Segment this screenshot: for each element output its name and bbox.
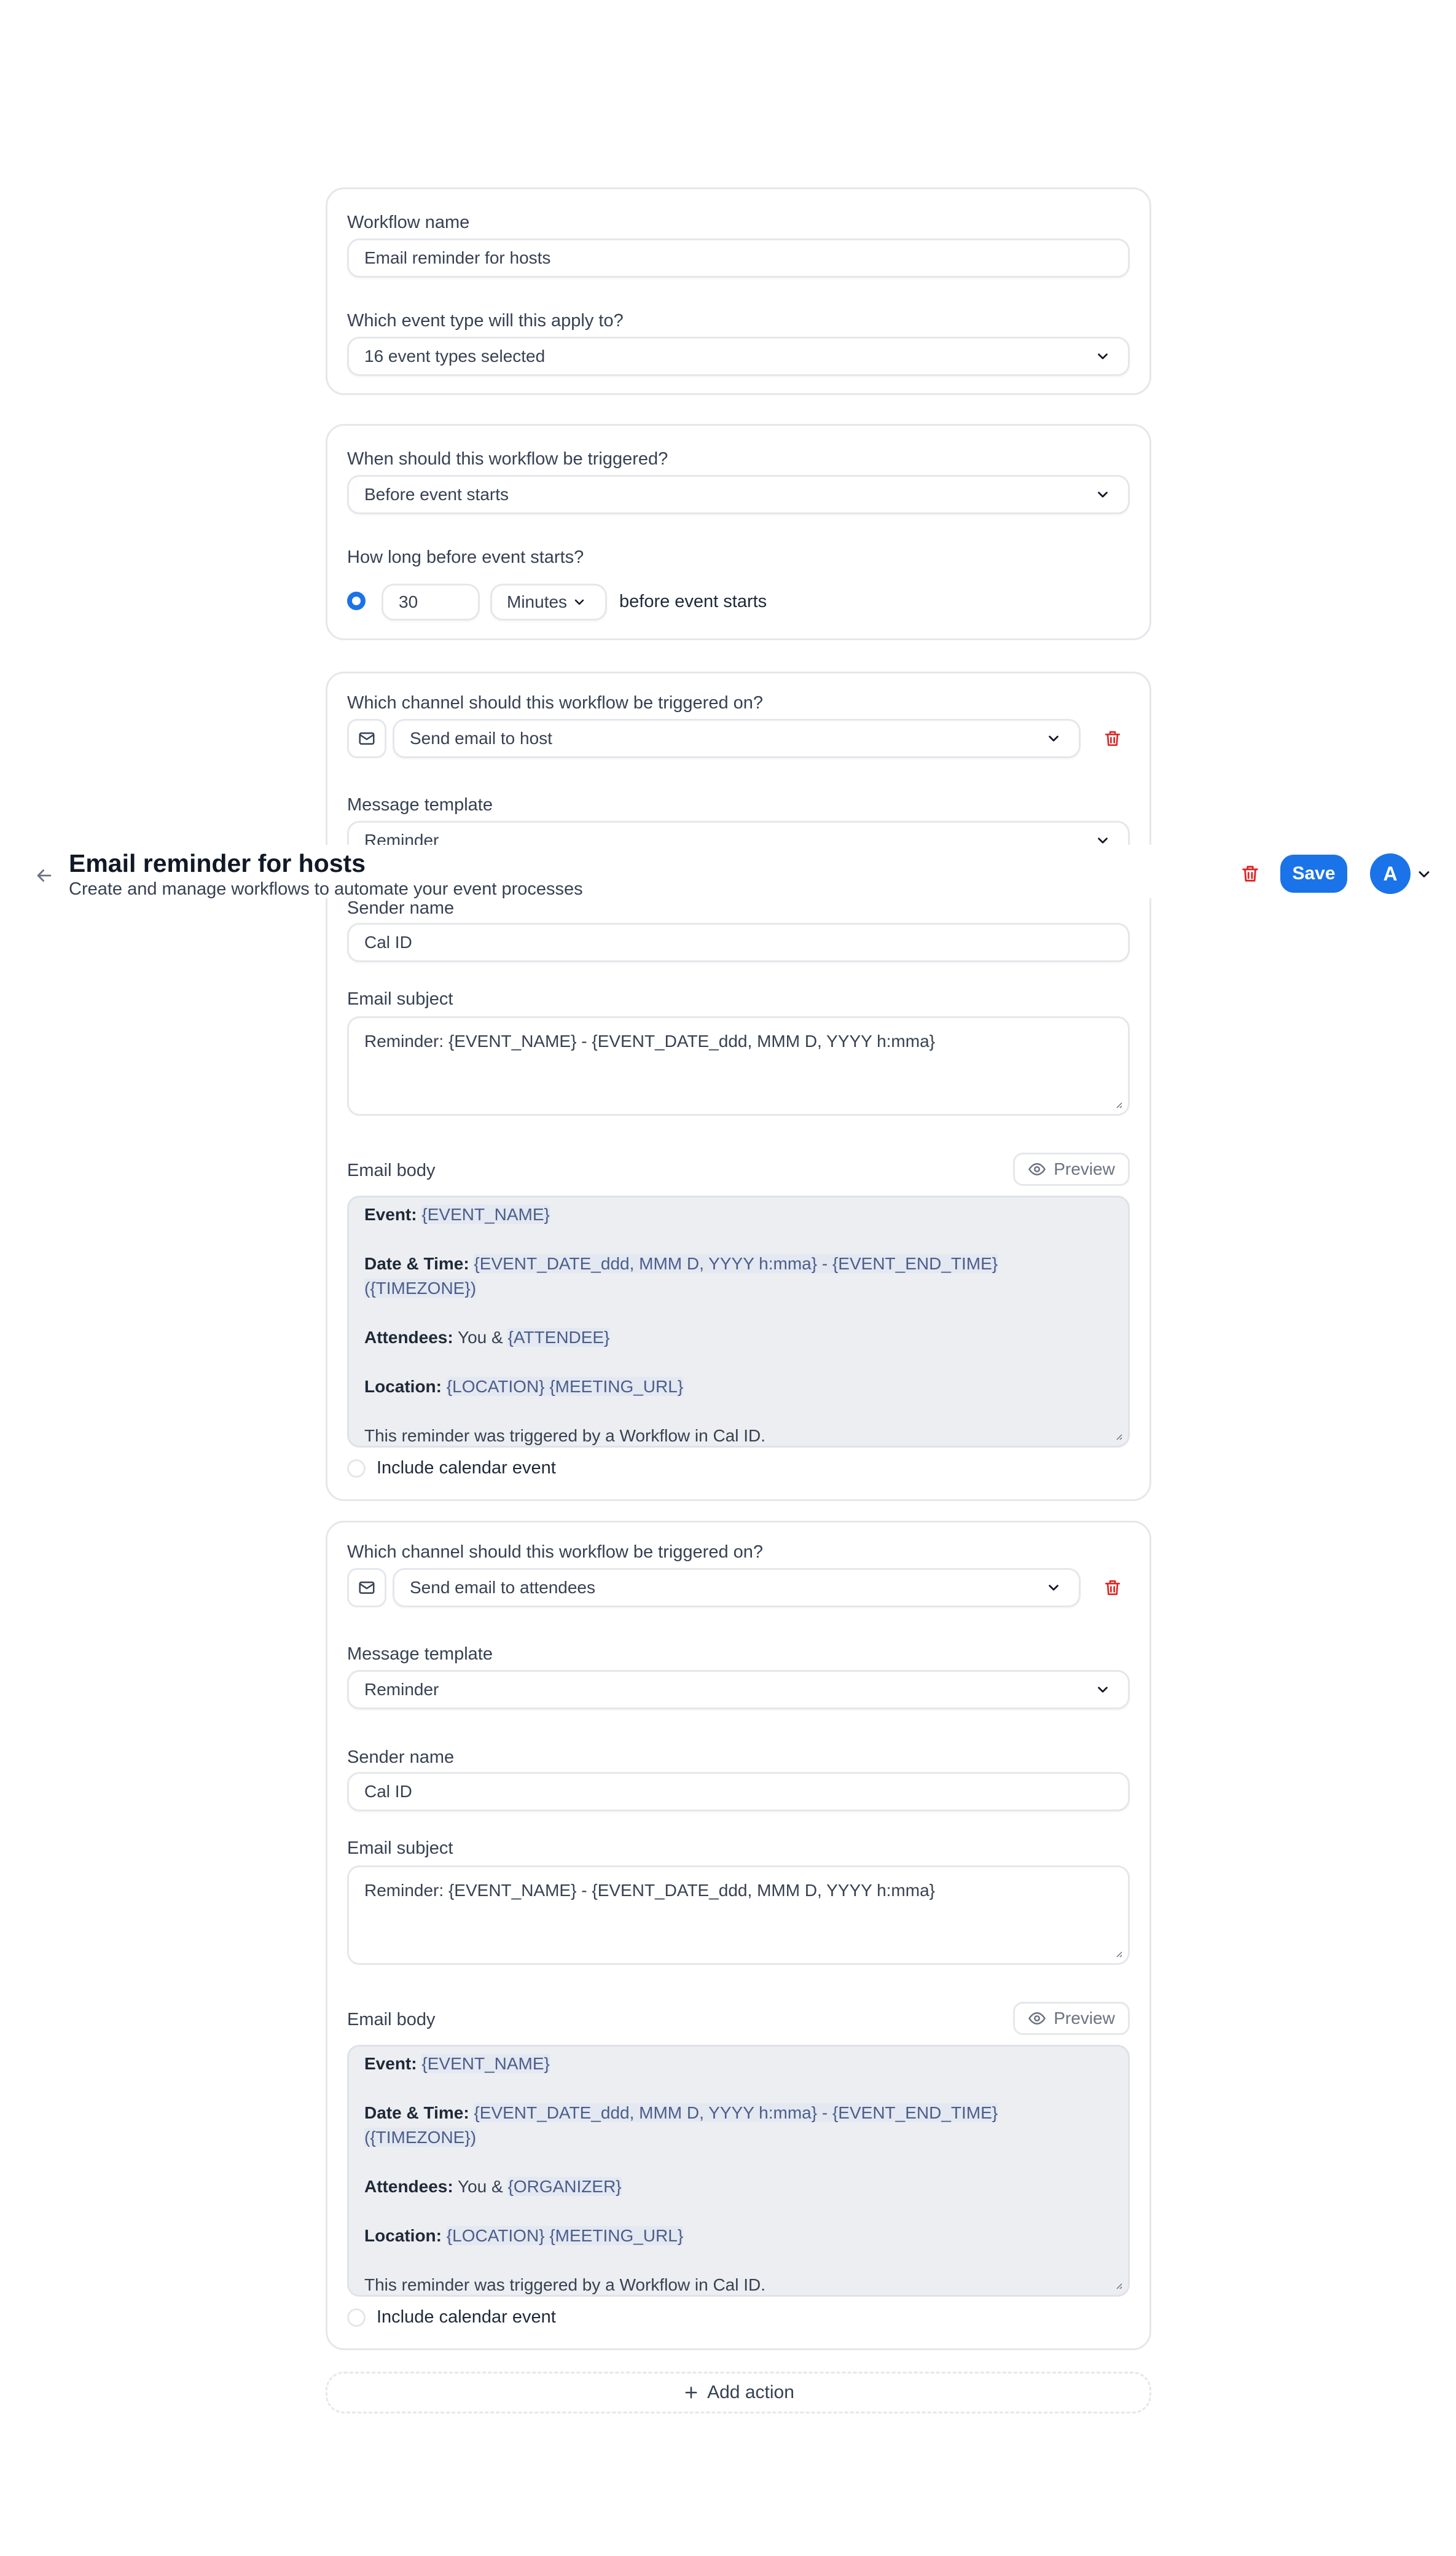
mail-icon-button[interactable]: [347, 1568, 386, 1607]
preview-label: Preview: [1054, 2009, 1115, 2028]
body-footer: This reminder was triggered by a Workflo…: [364, 1426, 766, 1445]
email-body-editor[interactable]: Event: {EVENT_NAME} Date & Time: {EVENT_…: [347, 1196, 1130, 1448]
chevron-down-icon[interactable]: [1415, 866, 1433, 883]
body-event-label: Event:: [364, 2054, 417, 2073]
add-action-button[interactable]: Add action: [326, 2372, 1151, 2413]
time-suffix: before event starts: [619, 592, 767, 611]
email-subject-value: Reminder: {EVENT_NAME} - {EVENT_DATE_ddd…: [364, 1032, 935, 1051]
body-event-var: {EVENT_NAME}: [421, 1205, 550, 1224]
eye-icon: [1028, 2012, 1046, 2025]
trigger-when-value: Before event starts: [364, 485, 509, 504]
include-calendar-label: Include calendar event: [377, 2307, 556, 2327]
trash-icon[interactable]: [1103, 729, 1122, 748]
preview-button[interactable]: Preview: [1013, 2002, 1130, 2035]
body-attendees-var: {ATTENDEE}: [507, 1328, 610, 1347]
avatar[interactable]: A: [1370, 853, 1411, 894]
mail-icon: [359, 732, 375, 745]
time-amount-input[interactable]: 30: [382, 584, 480, 621]
mail-icon: [359, 1582, 375, 1594]
trash-icon[interactable]: [1103, 1578, 1122, 1598]
resize-grip-icon[interactable]: [1113, 1431, 1123, 1441]
general-card: Workflow name Email reminder for hosts W…: [326, 187, 1151, 395]
workflow-name-input[interactable]: Email reminder for hosts: [347, 238, 1130, 278]
email-body-label: Email body: [347, 2010, 436, 2029]
channel-select[interactable]: Send email to host: [393, 719, 1081, 758]
event-type-label: Which event type will this apply to?: [347, 311, 624, 331]
page-subtitle: Create and manage workflows to automate …: [69, 879, 583, 899]
include-calendar-label: Include calendar event: [377, 1458, 556, 1478]
page-title: Email reminder for hosts: [69, 849, 366, 878]
channel-label: Which channel should this workflow be tr…: [347, 693, 764, 713]
preview-button[interactable]: Preview: [1013, 1153, 1130, 1186]
chevron-down-icon: [1049, 735, 1059, 742]
trigger-when-select[interactable]: Before event starts: [347, 475, 1130, 514]
eye-icon: [1028, 1162, 1046, 1176]
body-location-var: {LOCATION} {MEETING_URL}: [446, 1377, 684, 1396]
resize-grip-icon[interactable]: [1113, 1099, 1123, 1109]
email-subject-value: Reminder: {EVENT_NAME} - {EVENT_DATE_ddd…: [364, 1881, 935, 1900]
email-subject-label: Email subject: [347, 1838, 453, 1858]
body-location-var: {LOCATION} {MEETING_URL}: [446, 2226, 684, 2245]
template-value: Reminder: [364, 1680, 439, 1699]
resize-grip-icon[interactable]: [1113, 2280, 1123, 2290]
body-location-label: Location:: [364, 2226, 442, 2245]
include-calendar-checkbox[interactable]: [347, 1459, 366, 1478]
body-attendees-var: {ORGANIZER}: [507, 2177, 622, 2196]
template-label: Message template: [347, 795, 493, 815]
chevron-down-icon: [1098, 1687, 1108, 1693]
template-select[interactable]: Reminder: [347, 1670, 1130, 1709]
event-type-value: 16 event types selected: [364, 347, 546, 366]
channel-value: Send email to attendees: [410, 1578, 595, 1597]
body-footer: This reminder was triggered by a Workflo…: [364, 2275, 766, 2294]
chevron-down-icon: [1098, 353, 1108, 359]
sender-name-input[interactable]: Cal ID: [347, 923, 1130, 962]
body-location-label: Location:: [364, 1377, 442, 1396]
body-attendees-prefix: You &: [457, 2177, 503, 2196]
event-type-select[interactable]: 16 event types selected: [347, 337, 1130, 376]
email-subject-label: Email subject: [347, 989, 453, 1009]
sender-name-input[interactable]: Cal ID: [347, 1772, 1130, 1811]
add-action-label: Add action: [707, 2382, 794, 2402]
body-attendees-label: Attendees:: [364, 2177, 453, 2196]
body-datetime-label: Date & Time:: [364, 1254, 469, 1273]
sender-name-label: Sender name: [347, 1747, 455, 1767]
body-datetime-label: Date & Time:: [364, 2103, 469, 2122]
email-body-label: Email body: [347, 1161, 436, 1180]
body-event-label: Event:: [364, 1205, 417, 1224]
how-long-label: How long before event starts?: [347, 547, 584, 567]
preview-label: Preview: [1054, 1159, 1115, 1178]
email-body-editor[interactable]: Event: {EVENT_NAME} Date & Time: {EVENT_…: [347, 2045, 1130, 2297]
body-attendees-prefix: You &: [457, 1328, 503, 1347]
page-header: Email reminder for hosts Create and mana…: [0, 845, 1456, 906]
channel-value: Send email to host: [410, 729, 552, 748]
workflow-name-label: Workflow name: [347, 213, 470, 232]
mail-icon-button[interactable]: [347, 719, 386, 758]
body-event-var: {EVENT_NAME}: [421, 2054, 550, 2073]
action-card-2: Which channel should this workflow be tr…: [326, 1521, 1151, 2350]
email-subject-textarea[interactable]: Reminder: {EVENT_NAME} - {EVENT_DATE_ddd…: [347, 1865, 1130, 1965]
channel-select[interactable]: Send email to attendees: [393, 1568, 1081, 1607]
trash-icon[interactable]: [1240, 863, 1261, 884]
save-button[interactable]: Save: [1280, 855, 1347, 893]
chevron-down-icon: [574, 599, 584, 605]
trigger-when-label: When should this workflow be triggered?: [347, 449, 668, 469]
plus-icon: [685, 2386, 697, 2399]
include-calendar-checkbox[interactable]: [347, 2308, 366, 2327]
chevron-down-icon: [1049, 1585, 1059, 1591]
time-unit-value: Minutes: [507, 592, 568, 611]
back-arrow-icon[interactable]: [34, 865, 55, 886]
email-subject-textarea[interactable]: Reminder: {EVENT_NAME} - {EVENT_DATE_ddd…: [347, 1016, 1130, 1116]
template-label: Message template: [347, 1644, 493, 1664]
body-attendees-label: Attendees:: [364, 1328, 453, 1347]
chevron-down-icon: [1098, 492, 1108, 498]
trigger-card: When should this workflow be triggered? …: [326, 424, 1151, 640]
action-card-1: Which channel should this workflow be tr…: [326, 672, 1151, 1501]
resize-grip-icon[interactable]: [1113, 1948, 1123, 1958]
time-unit-select[interactable]: Minutes: [490, 584, 607, 621]
time-radio[interactable]: [347, 592, 366, 610]
channel-label: Which channel should this workflow be tr…: [347, 1542, 764, 1562]
